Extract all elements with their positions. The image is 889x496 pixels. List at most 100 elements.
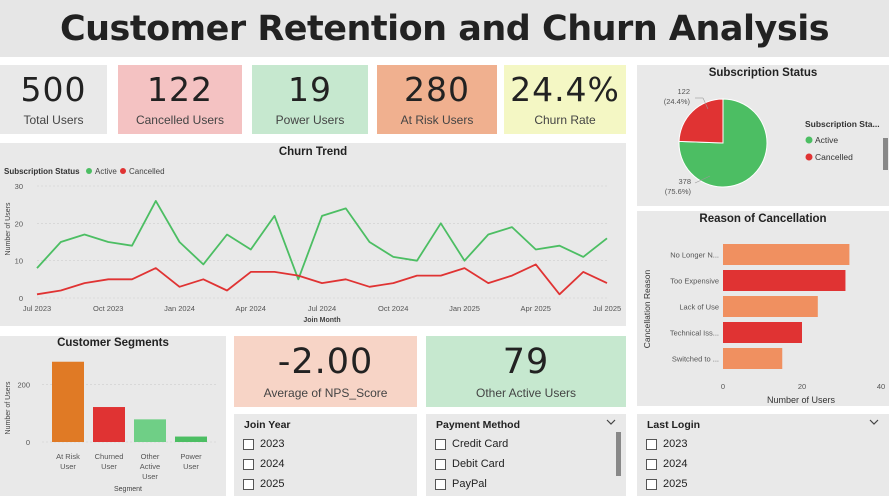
segment-bar[interactable] [134, 419, 166, 442]
subscription-pie-chart: 122 (24.4%) 378 (75.6%) Subscription Sta… [664, 87, 880, 196]
kpi-other-active-users[interactable]: 79 Other Active Users [426, 336, 626, 407]
legend-marker-active [805, 136, 813, 144]
x-axis-title: Join Month [303, 317, 340, 324]
kpi-value: 280 [404, 70, 470, 110]
y-tick-label: Technical Iss... [670, 329, 719, 338]
legend-label-cancelled: Cancelled [815, 152, 853, 162]
churn-trend-panel[interactable]: Churn Trend Subscription Status Active C… [0, 143, 626, 326]
slicer-item[interactable]: Debit Card [435, 454, 508, 474]
y-tick-label: 20 [15, 219, 23, 228]
y-tick-label: 10 [15, 257, 23, 266]
reason-bar[interactable] [723, 270, 846, 291]
last-login-slicer[interactable]: Last Login 2023 2024 2025 [637, 414, 889, 496]
checkbox[interactable] [646, 438, 657, 450]
slicer-item[interactable]: Credit Card [435, 434, 508, 454]
x-tick-label: 20 [798, 382, 806, 391]
chevron-down-icon[interactable] [606, 418, 616, 426]
kpi-label: Other Active Users [475, 385, 577, 400]
x-axis-title: Number of Users [767, 395, 836, 405]
checkbox[interactable] [435, 438, 446, 450]
slicer-item-label: 2024 [260, 458, 285, 470]
slicer-item[interactable]: 2023 [646, 434, 687, 454]
pie-label-cancelled-value: 122 [677, 87, 690, 96]
kpi-churn-rate[interactable]: 24.4% Churn Rate [504, 65, 626, 134]
slicer-item[interactable]: 2025 [243, 474, 284, 494]
slicer-title: Join Year [244, 419, 291, 431]
checkbox[interactable] [435, 458, 446, 470]
reason-bar[interactable] [723, 348, 783, 369]
y-axis-title-visible: Number of Users [5, 202, 12, 255]
checkbox[interactable] [435, 478, 446, 490]
y-axis-title: Cancellation Reason [642, 270, 652, 349]
x-tick-label: Other [141, 452, 160, 461]
x-axis-title: Segment [114, 486, 142, 493]
pie-label-active-pct: (75.6%) [665, 187, 692, 196]
slicer-item[interactable]: 2025 [646, 474, 687, 494]
x-tick-label: Oct 2023 [93, 304, 123, 313]
slicer-item[interactable]: 2023 [243, 434, 284, 454]
kpi-label: At Risk Users [400, 112, 474, 127]
x-tick-label: 0 [721, 382, 725, 391]
kpi-value: 79 [502, 342, 550, 383]
payment-method-slicer[interactable]: Payment Method Credit Card Debit Card Pa… [426, 414, 626, 496]
checkbox[interactable] [646, 458, 657, 470]
reason-bar[interactable] [723, 296, 818, 317]
x-tick-label: Oct 2024 [378, 304, 408, 313]
slicer-item-label: 2024 [663, 458, 688, 470]
slicer-item-label: 2023 [663, 438, 688, 450]
y-tick-label: 200 [17, 381, 30, 390]
slicer-item[interactable]: PayPal [435, 474, 508, 494]
legend-label-active: Active [815, 135, 838, 145]
slicer-item-label: 2023 [260, 438, 285, 450]
slicer-item-label: 2025 [663, 478, 688, 490]
segment-bar[interactable] [175, 436, 207, 442]
x-tick-label: 40 [877, 382, 885, 391]
kpi-label: Power Users [275, 112, 345, 127]
kpi-cancelled-users[interactable]: 122 Cancelled Users [118, 65, 242, 134]
slicer-item-label: PayPal [452, 478, 487, 490]
kpi-value: 500 [20, 70, 87, 110]
reason-bar[interactable] [723, 322, 802, 343]
slicer-item-label: 2025 [260, 478, 285, 490]
checkbox[interactable] [243, 478, 254, 490]
checkbox[interactable] [243, 438, 254, 450]
legend-scrollbar[interactable] [883, 138, 888, 170]
kpi-value: -2.00 [277, 342, 374, 383]
reason-bar[interactable] [723, 244, 850, 265]
kpi-label: Churn Rate [534, 112, 596, 127]
y-tick-label: 0 [19, 294, 23, 303]
y-tick-label: 30 [15, 182, 23, 191]
kpi-power-users[interactable]: 19 Power Users [252, 65, 368, 134]
x-tick-label: Jul 2024 [308, 304, 336, 313]
slicer-scrollbar[interactable] [616, 432, 621, 476]
kpi-at-risk-users[interactable]: 280 At Risk Users [377, 65, 497, 134]
dashboard-title: Customer Retention and Churn Analysis [59, 8, 830, 49]
title-bar: Customer Retention and Churn Analysis [0, 0, 889, 57]
kpi-total-users[interactable]: 500 Total Users [0, 65, 107, 134]
join-year-slicer[interactable]: Join Year 2023 2024 2025 [234, 414, 417, 496]
subscription-status-panel[interactable]: Subscription Status 122 (24.4%) 378 (75.… [637, 65, 889, 206]
kpi-nps-score[interactable]: -2.00 Average of NPS_Score [234, 336, 417, 407]
segment-bar[interactable] [93, 407, 125, 442]
series-line-active[interactable] [36, 200, 608, 281]
legend-title: Subscription Sta... [805, 119, 880, 129]
legend-label-active: Active [95, 167, 117, 176]
x-tick-label: At Risk [56, 452, 80, 461]
slicer-title: Payment Method [436, 419, 521, 431]
x-tick-label: User [60, 462, 76, 471]
slicer-item[interactable]: 2024 [243, 454, 284, 474]
legend-title: Subscription Status [4, 167, 80, 176]
kpi-label: Cancelled Users [135, 112, 225, 127]
slicer-item[interactable]: 2024 [646, 454, 687, 474]
chevron-down-icon[interactable] [869, 418, 879, 426]
checkbox[interactable] [646, 478, 657, 490]
legend-marker-active [86, 168, 92, 174]
churn-trend-chart: Subscription Status Active Cancelled 0 10… [4, 167, 621, 324]
customer-segments-panel[interactable]: Customer Segments 0 200 At Risk User Churne… [0, 336, 226, 496]
series-line-cancelled[interactable] [36, 263, 608, 296]
segment-bar[interactable] [52, 361, 84, 442]
cancellation-reason-panel[interactable]: Reason of Cancellation No Longer N... Too… [637, 211, 889, 406]
checkbox[interactable] [243, 458, 254, 470]
customer-segments-chart: 0200 At RiskUserChurnedUserOtherActiveUs… [5, 361, 216, 493]
kpi-label: Total Users [23, 112, 84, 127]
